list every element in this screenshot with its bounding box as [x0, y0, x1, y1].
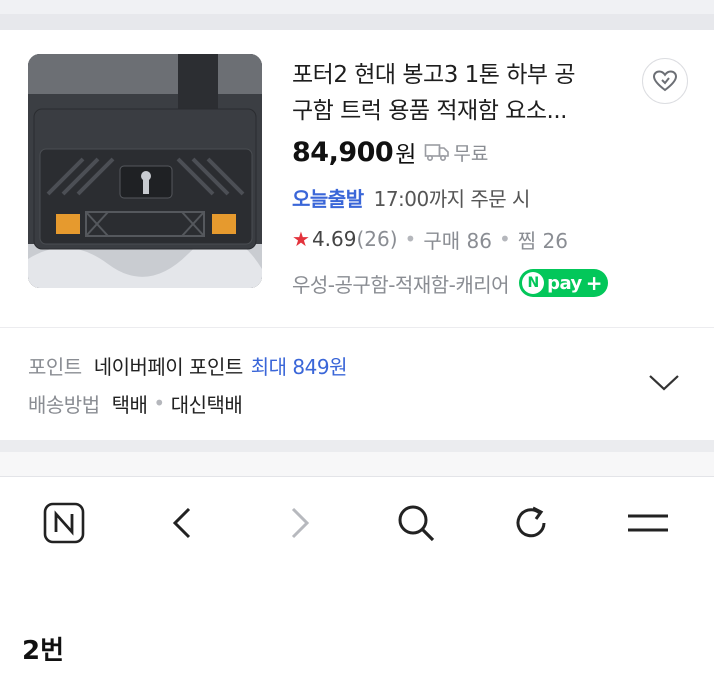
reload-button[interactable] — [504, 495, 560, 551]
stats-row: ★ 4.69 (26) • 구매 86 • 찜 26 — [292, 222, 568, 256]
delivery-option-parcel: 택배 — [111, 392, 148, 417]
forward-arrow-icon — [291, 507, 310, 539]
product-image[interactable] — [28, 54, 262, 288]
price-row: 84,900 원 무료 — [292, 134, 488, 170]
image-caption: 2번 — [22, 636, 65, 666]
npay-plus-icon: + — [585, 271, 603, 295]
wish-count: 찜 26 — [517, 228, 568, 253]
back-arrow-icon — [172, 507, 191, 539]
bottom-separator — [0, 440, 714, 452]
product-title[interactable]: 포터2 현대 봉고3 1톤 하부 공 구함 트럭 용품 적재함 요소... — [292, 57, 628, 129]
separator-dot: • — [153, 391, 165, 415]
browser-toolbar — [0, 476, 714, 568]
npay-logo-icon: N — [522, 272, 545, 294]
wishlist-button[interactable] — [642, 58, 688, 104]
product-title-line2[interactable]: 구함 트럭 용품 적재함 요소... — [292, 93, 628, 129]
npay-badge: N pay + — [519, 269, 609, 297]
star-icon: ★ — [292, 227, 310, 251]
truck-icon — [424, 142, 450, 162]
today-shipping-badge: 오늘출발 — [292, 186, 364, 211]
section-divider — [0, 327, 714, 328]
benefit-info[interactable]: 포인트 네이버페이 포인트 최대 849원 배송방법 택배 • 대신택배 — [28, 346, 588, 422]
point-label: 포인트 — [28, 354, 82, 379]
point-value: 네이버페이 포인트 — [93, 354, 244, 379]
tags-row: 우성-공구함-적재함-캐리어 N pay + — [292, 266, 609, 300]
naver-home-icon — [43, 502, 85, 544]
forward-button[interactable] — [272, 495, 328, 551]
delivery-method-label: 배송방법 — [28, 392, 100, 417]
point-max: 최대 849원 — [250, 354, 348, 379]
product-card[interactable]: 포터2 현대 봉고3 1톤 하부 공 구함 트럭 용품 적재함 요소... 84… — [0, 30, 714, 440]
product-tags: 우성-공구함-적재함-캐리어 — [292, 272, 510, 297]
review-count[interactable]: (26) — [356, 227, 397, 251]
price-currency: 원 — [395, 142, 417, 168]
search-button[interactable] — [388, 495, 444, 551]
toolbox-photo — [28, 54, 262, 288]
delivery-row: 오늘출발 17:00까지 주문 시 — [292, 180, 530, 214]
order-deadline: 17:00까지 주문 시 — [373, 186, 531, 211]
delivery-option-daeshin: 대신택배 — [170, 392, 243, 417]
reload-icon — [516, 506, 546, 538]
purchase-count: 구매 86 — [423, 228, 492, 253]
content-gap — [0, 452, 714, 476]
menu-icon — [628, 514, 668, 532]
product-title-line1[interactable]: 포터2 현대 봉고3 1톤 하부 공 — [292, 57, 628, 93]
menu-button[interactable] — [620, 495, 676, 551]
back-button[interactable] — [154, 495, 210, 551]
top-separator — [0, 0, 714, 30]
npay-label: pay — [547, 272, 582, 294]
price-value: 84,900 — [292, 136, 394, 168]
naver-home-button[interactable] — [36, 495, 92, 551]
search-icon — [398, 505, 435, 542]
rating-value: 4.69 — [311, 227, 357, 251]
chevron-down-icon[interactable] — [646, 370, 682, 394]
point-row: 포인트 네이버페이 포인트 최대 849원 — [28, 346, 588, 384]
delivery-method-row: 배송방법 택배 • 대신택배 — [28, 384, 588, 422]
separator-dot: • — [404, 227, 417, 251]
separator-dot: • — [498, 227, 511, 251]
heart-icon — [652, 70, 678, 92]
shipping-fee: 무료 — [453, 142, 489, 165]
